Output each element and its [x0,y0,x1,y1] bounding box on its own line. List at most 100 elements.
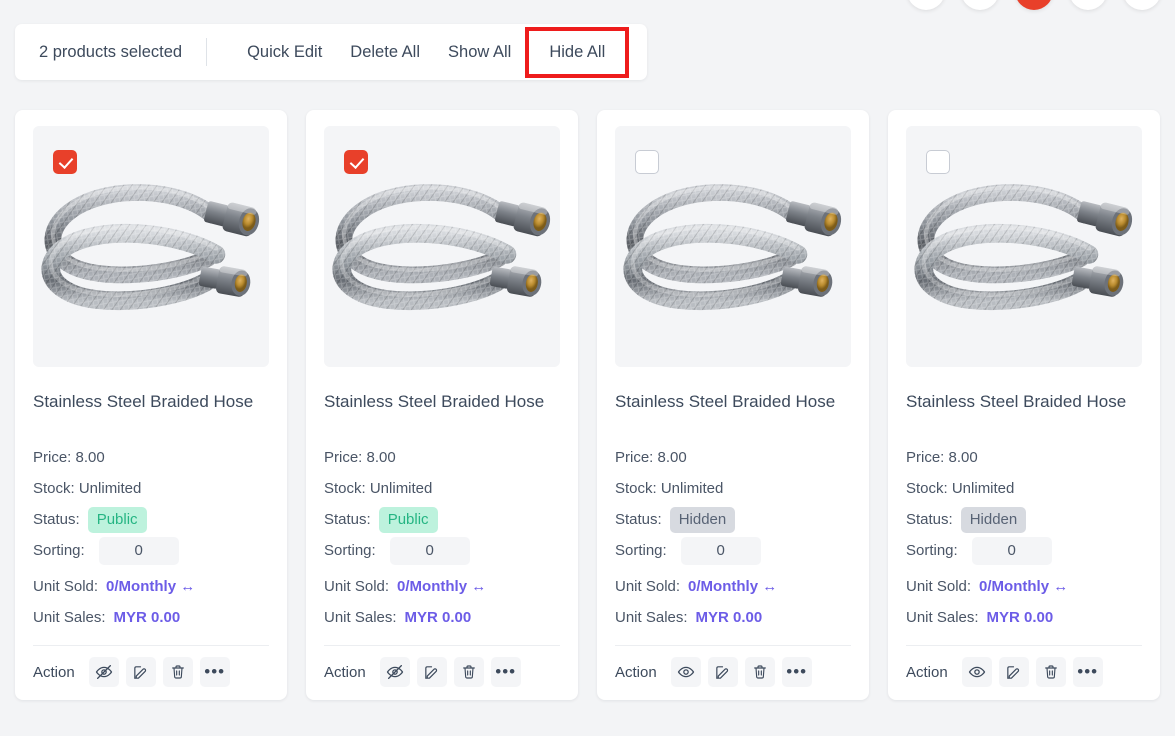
product-thumbnail [906,126,1142,367]
unit-sales-value[interactable]: MYR 0.00 [114,602,181,633]
product-select-checkbox[interactable] [344,150,368,174]
product-grid: Stainless Steel Braided Hose Price: 8.00… [15,110,1161,700]
eye-off-icon [95,664,112,680]
more-icon: ••• [495,662,517,681]
product-title: Stainless Steel Braided Hose [615,392,836,411]
sorting-label: Sorting: [324,542,376,559]
trash-icon [171,665,184,679]
fab-button-5[interactable] [1123,0,1161,10]
product-stock: Stock: Unlimited [615,480,724,497]
status-badge: Hidden [960,506,1027,533]
edit-icon [1007,665,1020,679]
product-stock: Stock: Unlimited [906,480,1015,497]
status-label: Status: [33,511,80,528]
edit-button[interactable] [707,657,738,687]
action-bar: Action ••• [324,646,560,700]
bulk-action-toolbar: 2 products selected Quick Edit Delete Al… [15,24,648,80]
product-thumbnail [324,126,560,367]
delete-all-button[interactable]: Delete All [336,37,434,68]
fab-button-4[interactable] [1069,0,1107,10]
fab-button-2[interactable] [961,0,999,10]
quick-edit-button[interactable]: Quick Edit [233,37,336,68]
product-select-checkbox[interactable] [635,150,659,174]
more-icon: ••• [786,662,808,681]
unit-sold-label: Unit Sold: [906,578,972,595]
action-bar: Action ••• [906,646,1142,700]
trash-icon [462,665,475,679]
unit-sold-value[interactable]: 0/Monthly ↔ [979,571,1068,602]
more-options-button[interactable]: ••• [1072,657,1103,687]
action-bar: Action ••• [615,646,851,700]
hide-all-button[interactable]: Hide All [525,26,630,78]
eye-icon [968,666,985,678]
product-select-checkbox[interactable] [926,150,950,174]
floating-action-strip [907,0,1161,10]
product-thumbnail [33,126,269,367]
product-price: Price: 8.00 [324,449,396,466]
product-stock: Stock: Unlimited [33,480,142,497]
unit-sales-value[interactable]: MYR 0.00 [987,602,1054,633]
product-thumbnail [615,126,851,367]
unit-sales-row: Unit Sales: MYR 0.00 [33,602,269,633]
product-sorting-row: Sorting: [906,535,1142,566]
eye-icon [677,666,694,678]
delete-button[interactable] [1035,657,1066,687]
sorting-input[interactable] [971,536,1052,565]
unit-sold-row: Unit Sold: 0/Monthly ↔ [324,571,560,602]
fab-button-3[interactable] [1015,0,1053,10]
unit-sold-value[interactable]: 0/Monthly ↔ [106,571,195,602]
unit-sales-row: Unit Sales: MYR 0.00 [615,602,851,633]
unit-sales-row: Unit Sales: MYR 0.00 [906,602,1142,633]
more-options-button[interactable]: ••• [490,657,521,687]
more-icon: ••• [1077,662,1099,681]
product-card-2: Stainless Steel Braided Hose Price: 8.00… [306,110,578,700]
edit-icon [716,665,729,679]
sorting-input[interactable] [680,536,761,565]
product-status-row: Status: Hidden [906,504,1142,535]
product-card-1: Stainless Steel Braided Hose Price: 8.00… [15,110,287,700]
unit-sold-row: Unit Sold: 0/Monthly ↔ [906,571,1142,602]
edit-button[interactable] [125,657,156,687]
delete-button[interactable] [453,657,484,687]
unit-sales-value[interactable]: MYR 0.00 [405,602,472,633]
eye-off-icon [386,664,403,680]
unit-sold-value[interactable]: 0/Monthly ↔ [688,571,777,602]
product-select-checkbox[interactable] [53,150,77,174]
fab-button-1[interactable] [907,0,945,10]
delete-button[interactable] [744,657,775,687]
more-options-button[interactable]: ••• [199,657,230,687]
product-sorting-row: Sorting: [615,535,851,566]
sorting-input[interactable] [98,536,179,565]
status-badge: Public [87,506,147,533]
product-price: Price: 8.00 [615,449,687,466]
delete-button[interactable] [162,657,193,687]
show-all-button[interactable]: Show All [434,37,525,68]
unit-sold-label: Unit Sold: [615,578,681,595]
product-status-row: Status: Public [33,504,269,535]
visibility-toggle-button[interactable] [88,657,119,687]
edit-button[interactable] [416,657,447,687]
trash-icon [753,665,766,679]
unit-sales-label: Unit Sales: [906,609,979,626]
toolbar-actions: Quick Edit Delete All Show All Hide All [233,26,630,78]
product-card-4: Stainless Steel Braided Hose Price: 8.00… [888,110,1160,700]
action-label: Action [906,663,948,681]
action-bar: Action ••• [33,646,269,700]
unit-sold-value[interactable]: 0/Monthly ↔ [397,571,486,602]
status-badge: Hidden [669,506,736,533]
visibility-toggle-button[interactable] [670,657,701,687]
trash-icon [1044,665,1057,679]
visibility-toggle-button[interactable] [961,657,992,687]
status-label: Status: [615,511,662,528]
unit-sold-label: Unit Sold: [324,578,390,595]
unit-sales-value[interactable]: MYR 0.00 [696,602,763,633]
edit-button[interactable] [998,657,1029,687]
product-status-row: Status: Hidden [615,504,851,535]
product-sorting-row: Sorting: [324,535,560,566]
sorting-input[interactable] [389,536,470,565]
more-options-button[interactable]: ••• [781,657,812,687]
toolbar-divider [206,38,208,66]
visibility-toggle-button[interactable] [379,657,410,687]
edit-icon [134,665,147,679]
edit-icon [425,665,438,679]
